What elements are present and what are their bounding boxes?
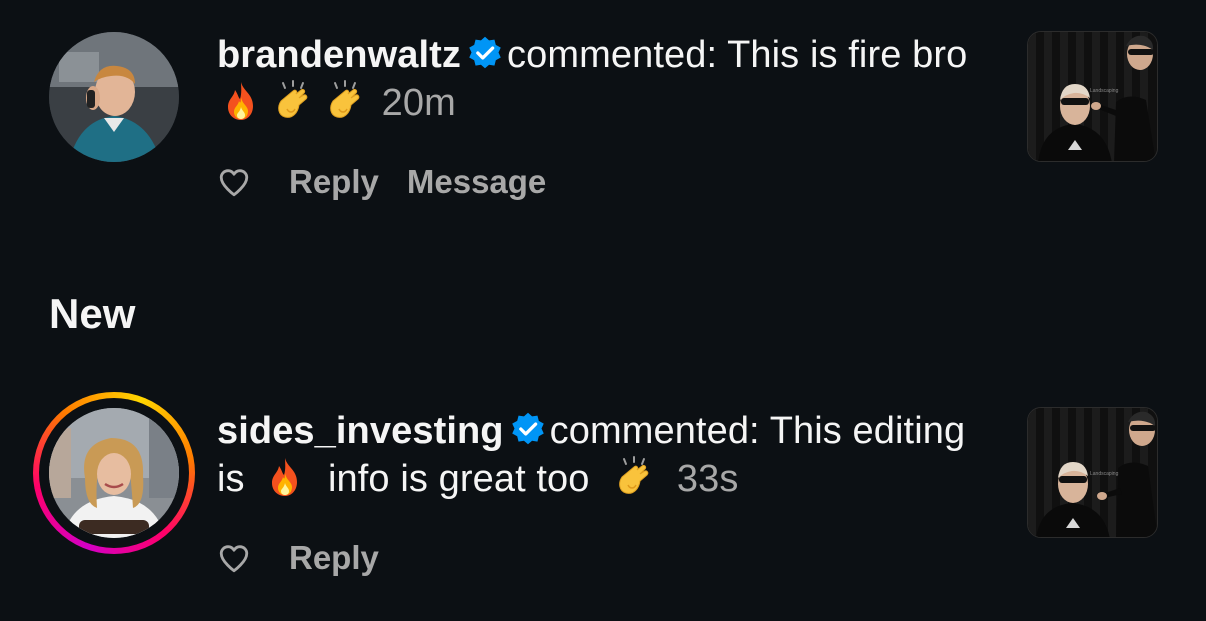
svg-text:Landscaping: Landscaping [1090, 471, 1119, 477]
action-text: commented: [549, 410, 760, 452]
avatar-image [49, 32, 179, 162]
reply-button[interactable]: Reply [289, 163, 379, 201]
reply-button[interactable]: Reply [289, 539, 379, 577]
username[interactable]: brandenwaltz [217, 34, 461, 76]
notification-text: brandenwaltz commented: This is fire bro … [217, 32, 977, 127]
username[interactable]: sides_investing [217, 410, 504, 452]
avatar[interactable] [49, 32, 179, 162]
fire-emoji-icon [263, 455, 307, 499]
heart-outline-icon[interactable] [217, 541, 251, 575]
post-thumbnail[interactable]: Landscaping [1027, 407, 1158, 538]
story-ring[interactable] [33, 392, 195, 554]
avatar[interactable] [49, 408, 179, 538]
clapping-hands-emoji-icon [323, 79, 367, 123]
comment-actions: Reply Message [217, 162, 574, 202]
svg-text:Landscaping: Landscaping [1090, 88, 1119, 94]
comment-actions: Reply [217, 538, 407, 578]
post-thumbnail[interactable]: Landscaping [1027, 31, 1158, 162]
clapping-hands-emoji-icon [271, 79, 315, 123]
section-title-new: New [49, 290, 136, 337]
fire-emoji-icon [219, 79, 263, 123]
timestamp: 33s [676, 458, 739, 500]
verified-badge-icon [467, 35, 503, 71]
post-thumbnail-image: Landscaping [1028, 32, 1157, 161]
action-text: commented: [507, 34, 718, 76]
avatar-image [49, 408, 179, 538]
message-button[interactable]: Message [407, 163, 546, 201]
comment-text: info is great too [328, 458, 590, 500]
timestamp: 20m [381, 82, 456, 124]
comment-text: This is fire bro [727, 34, 968, 76]
heart-outline-icon[interactable] [217, 165, 251, 199]
clapping-hands-emoji-icon [612, 455, 656, 499]
notification-text: sides_investing commented: This editing i… [217, 408, 977, 503]
verified-badge-icon [510, 411, 546, 447]
post-thumbnail-image: Landscaping [1028, 408, 1157, 537]
